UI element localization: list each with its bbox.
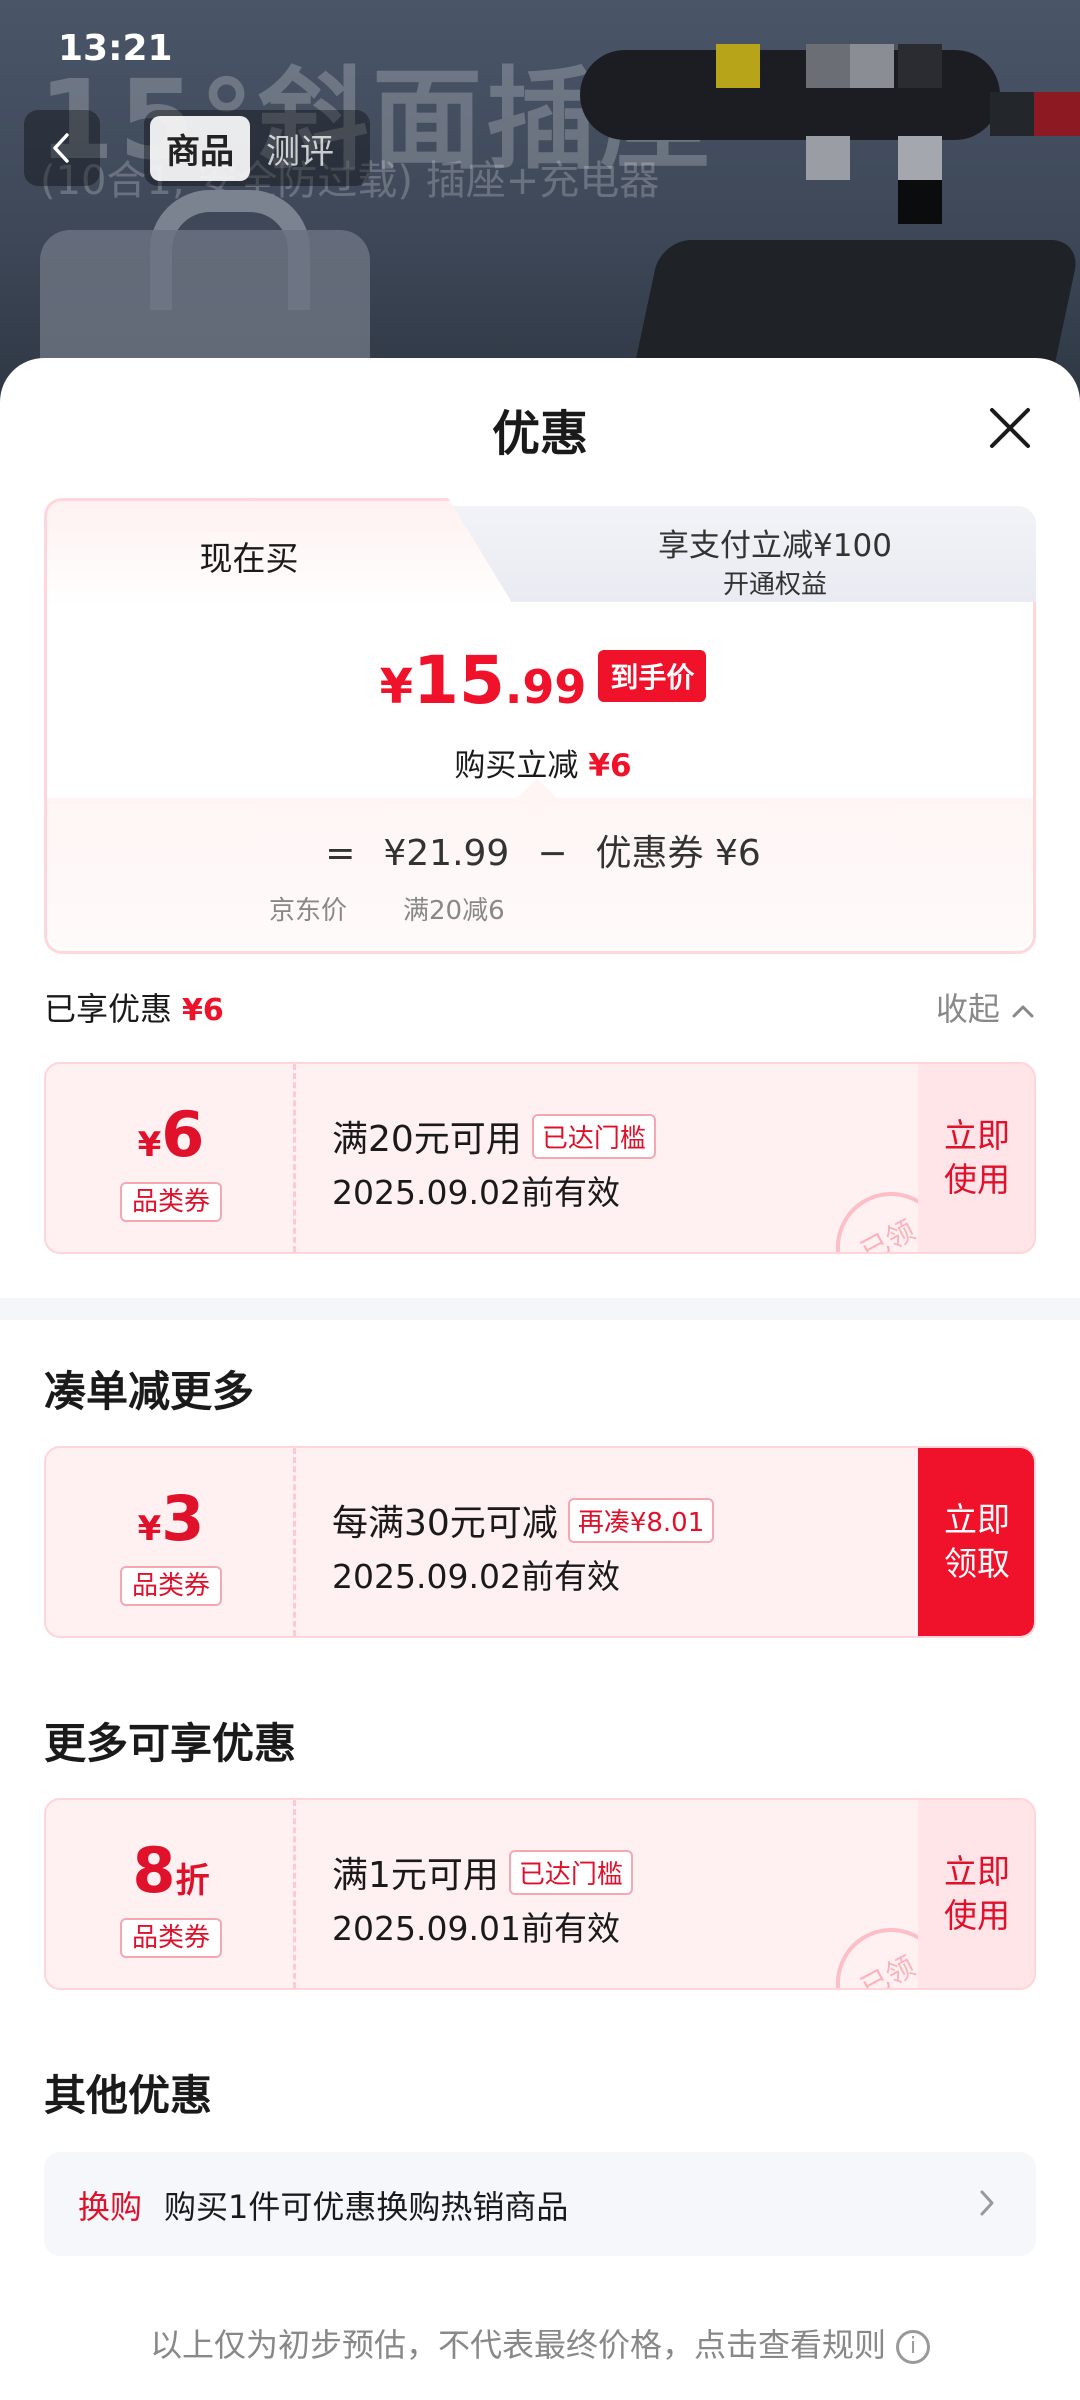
coupon-validity: 2025.09.01前有效 xyxy=(332,1909,620,1948)
discount-sheet: 优惠 现在买 享支付立减¥100 开通权益 ¥15.99 到手价 购买立减 ¥6 =… xyxy=(0,358,1080,2400)
final-price: ¥15.99 到手价 xyxy=(47,642,1039,719)
status-bar-time: 13:21 xyxy=(58,28,173,69)
price-formula: = ¥21.99− 优惠券 ¥6 xyxy=(325,833,761,874)
coupon-value-panel: ¥6 品类券 xyxy=(46,1064,296,1252)
redacted-area xyxy=(580,40,1080,224)
tab-reviews[interactable]: 测评 xyxy=(250,116,350,181)
top-tabs: 商品 测评 xyxy=(144,110,370,186)
coupon-card: ¥3 品类券 每满30元可减 再凑¥8.01 2025.09.02前有效 立即 领… xyxy=(44,1446,1036,1638)
collapse-button[interactable]: 收起 xyxy=(936,984,1036,1030)
jd-price: ¥21.99 xyxy=(383,833,510,874)
coupon-validity: 2025.09.02前有效 xyxy=(332,1173,620,1212)
jd-price-label: 京东价 xyxy=(269,896,348,926)
close-icon[interactable] xyxy=(980,398,1040,458)
threshold-badge: 已达门槛 xyxy=(508,1850,633,1895)
trade-in-offer-row[interactable]: 换购 购买1件可优惠换购热销商品 xyxy=(44,2152,1036,2256)
info-icon: i xyxy=(896,2330,930,2364)
sheet-title: 优惠 xyxy=(491,406,588,462)
tab-pay-benefit-label: 享支付立减¥100 xyxy=(658,528,892,564)
price-tabs: 现在买 享支付立减¥100 开通权益 xyxy=(44,498,1036,606)
tab-buy-now-label: 现在买 xyxy=(199,539,299,578)
chevron-up-icon xyxy=(1012,1005,1034,1018)
coupon-value-panel: ¥3 品类券 xyxy=(46,1448,296,1636)
purchase-discount: 购买立减 ¥6 xyxy=(454,748,632,784)
coupon-condition: 每满30元可减 再凑¥8.01 xyxy=(332,1494,715,1546)
chevron-left-icon xyxy=(53,133,69,163)
coupon-amount: 8折 xyxy=(132,1834,210,1907)
coupon-amount: ¥3 xyxy=(137,1482,205,1555)
rules-note[interactable]: 以上仅为初步预估，不代表最终价格，点击查看规则 i xyxy=(0,2320,1080,2366)
back-button[interactable] xyxy=(24,110,100,186)
coupon-deduction: 优惠券 ¥6 xyxy=(595,833,761,874)
tab-pay-benefit-sub: 开通权益 xyxy=(722,570,827,600)
coupon-amount: ¥6 xyxy=(137,1098,205,1171)
coupon-type-badge: 品类券 xyxy=(120,1918,222,1958)
enjoyed-label: 已享优惠 ¥6 xyxy=(44,990,224,1028)
add-more-badge: 再凑¥8.01 xyxy=(567,1498,715,1543)
coupon-rule-label: 满20减6 xyxy=(403,896,505,926)
coupon-condition: 满20元可用 已达门槛 xyxy=(332,1110,656,1162)
coupon-type-badge: 品类券 xyxy=(120,1566,222,1606)
claim-now-button[interactable]: 立即 领取 xyxy=(918,1448,1034,1636)
coupon-type-badge: 品类券 xyxy=(120,1182,222,1222)
coupon-value-panel: 8折 品类券 xyxy=(46,1800,296,1988)
trade-in-text: 购买1件可优惠换购热销商品 xyxy=(164,2188,569,2226)
section-title-extra: 更多可享优惠 xyxy=(44,1719,297,1768)
threshold-badge: 已达门槛 xyxy=(531,1114,656,1159)
trade-in-tag: 换购 xyxy=(78,2188,143,2226)
use-now-button[interactable]: 立即 使用 xyxy=(918,1800,1034,1988)
coupon-validity: 2025.09.02前有效 xyxy=(332,1557,620,1596)
enjoyed-discount-row: 已享优惠 ¥6 收起 xyxy=(44,984,1036,1034)
chevron-right-icon xyxy=(980,2190,994,2216)
coupon-card: 8折 品类券 满1元可用 已达门槛 2025.09.01前有效 已领 立即 使用 xyxy=(44,1798,1036,1990)
price-card: 现在买 享支付立减¥100 开通权益 ¥15.99 到手价 购买立减 ¥6 = ¥21… xyxy=(44,498,1036,954)
tab-product[interactable]: 商品 xyxy=(150,115,250,181)
coupon-condition: 满1元可用 已达门槛 xyxy=(332,1846,633,1898)
section-title-other: 其他优惠 xyxy=(44,2071,213,2120)
use-now-button[interactable]: 立即 使用 xyxy=(918,1064,1034,1252)
price-body: ¥15.99 到手价 购买立减 ¥6 = ¥21.99− 优惠券 ¥6 京东价 满20减… xyxy=(44,602,1036,954)
coupon-card: ¥6 品类券 满20元可用 已达门槛 2025.09.02前有效 已领 立即 使用 xyxy=(44,1062,1036,1254)
section-divider xyxy=(0,1298,1080,1320)
section-title-more: 凑单减更多 xyxy=(44,1367,255,1416)
final-price-tag: 到手价 xyxy=(598,650,707,702)
